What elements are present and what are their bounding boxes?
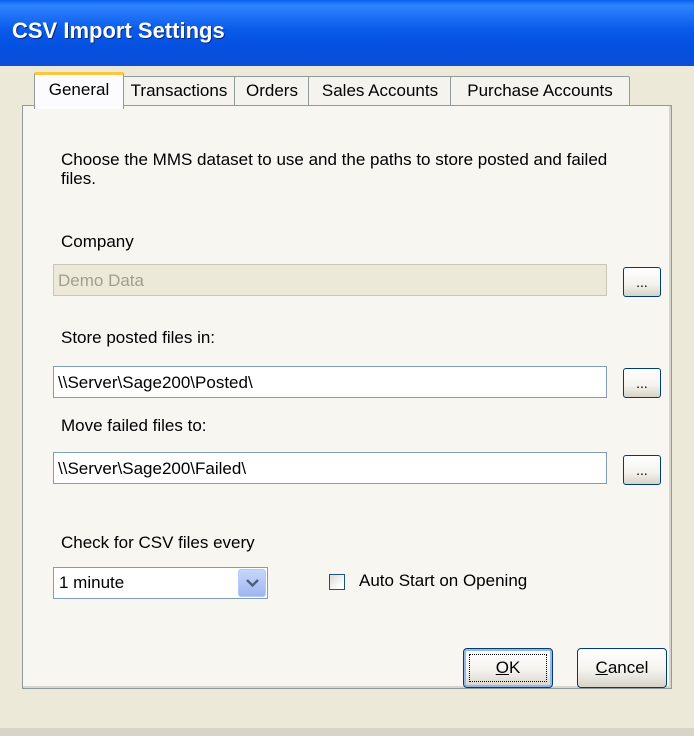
- general-tab-panel: Choose the MMS dataset to use and the pa…: [22, 105, 672, 689]
- company-label: Company: [61, 232, 134, 251]
- tab-purchase-accounts[interactable]: Purchase Accounts: [450, 76, 630, 105]
- title-bar[interactable]: CSV Import Settings: [0, 0, 694, 66]
- tab-sales-accounts[interactable]: Sales Accounts: [308, 76, 452, 105]
- posted-files-input[interactable]: \\Server\Sage200\Posted\: [53, 366, 607, 398]
- company-browse-button[interactable]: ...: [623, 267, 661, 297]
- interval-select[interactable]: 1 minute: [53, 567, 268, 599]
- cancel-accel: C: [595, 658, 608, 677]
- failed-files-input[interactable]: \\Server\Sage200\Failed\: [53, 452, 607, 484]
- dropdown-arrow-icon[interactable]: [238, 569, 266, 597]
- window-bottom-edge: [0, 728, 694, 736]
- autostart-checkbox[interactable]: [329, 574, 345, 590]
- failed-browse-button[interactable]: ...: [623, 455, 661, 485]
- tab-general[interactable]: General: [34, 72, 124, 109]
- cancel-label: ancel: [607, 658, 649, 677]
- tab-orders[interactable]: Orders: [234, 76, 310, 105]
- failed-files-label: Move failed files to:: [61, 416, 207, 435]
- interval-label: Check for CSV files every: [61, 533, 255, 552]
- ok-button[interactable]: OK: [463, 648, 553, 688]
- company-field: Demo Data: [53, 264, 607, 296]
- autostart-label[interactable]: Auto Start on Opening: [359, 571, 527, 591]
- csv-import-settings-dialog: CSV Import Settings General Transactions…: [0, 0, 694, 736]
- description-text: Choose the MMS dataset to use and the pa…: [61, 150, 608, 188]
- posted-files-label: Store posted files in:: [61, 328, 216, 347]
- posted-browse-button[interactable]: ...: [623, 368, 661, 398]
- tab-transactions[interactable]: Transactions: [122, 76, 236, 105]
- window-title: CSV Import Settings: [12, 18, 225, 43]
- interval-value: 1 minute: [59, 573, 125, 592]
- focus-ring: [469, 654, 547, 682]
- cancel-button[interactable]: Cancel: [577, 648, 667, 688]
